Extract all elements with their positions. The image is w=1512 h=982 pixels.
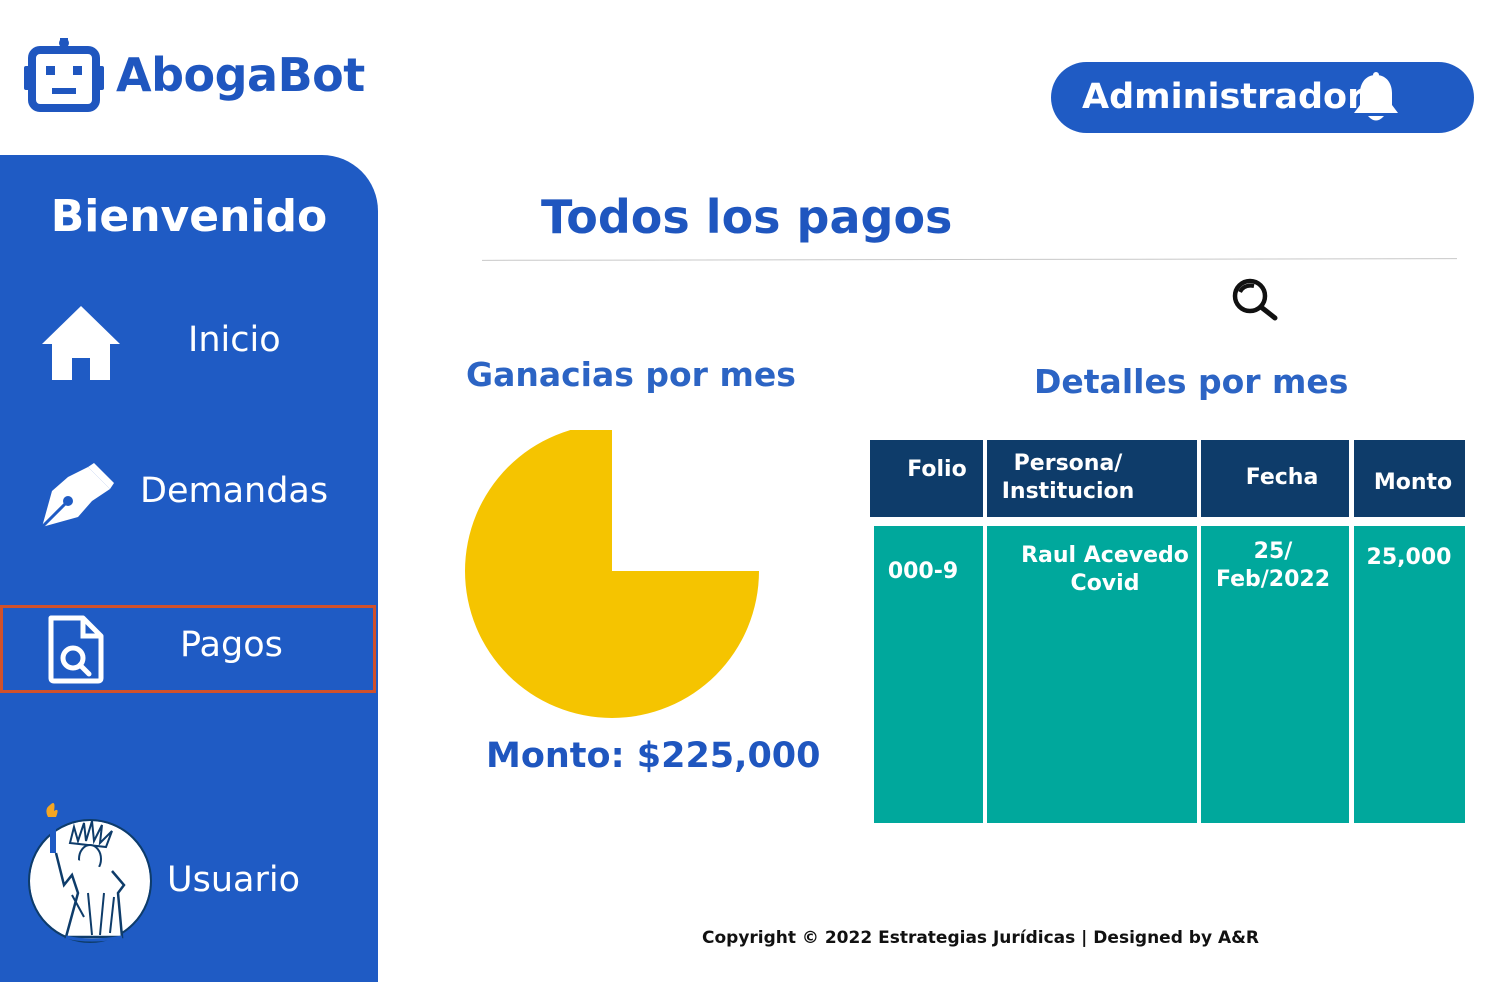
table-cell-fecha: 25/ Feb/2022 bbox=[1201, 526, 1349, 823]
sidebar: Bienvenido Inicio Demandas Pagos Usuario bbox=[0, 155, 378, 982]
sidebar-item-pagos[interactable]: Pagos bbox=[0, 605, 376, 693]
admin-user-button[interactable]: Administrador bbox=[1051, 62, 1474, 133]
cell-value: 000-9 bbox=[887, 559, 959, 584]
app-title: AbogaBot bbox=[116, 48, 365, 102]
header-label-line: Institucion bbox=[1001, 479, 1135, 504]
pen-nib-icon bbox=[40, 463, 114, 529]
cell-value: Raul Acevedo Covid bbox=[987, 542, 1223, 598]
sidebar-item-label: Usuario bbox=[167, 860, 301, 900]
cell-value: 25/ Feb/2022 bbox=[1201, 538, 1345, 594]
search-icon[interactable] bbox=[1228, 278, 1280, 322]
table-cell-persona: Raul Acevedo Covid bbox=[987, 526, 1197, 823]
header-label-line: Persona/ bbox=[1013, 451, 1123, 476]
cell-line: Feb/2022 bbox=[1215, 567, 1331, 592]
robot-logo-icon bbox=[24, 38, 104, 112]
cell-line: Raul Acevedo bbox=[1021, 543, 1189, 568]
table-header-folio: Folio bbox=[870, 440, 983, 517]
table-cell-monto: 25,000 bbox=[1354, 526, 1465, 823]
sidebar-item-label: Pagos bbox=[180, 625, 283, 665]
table-cell-folio: 000-9 bbox=[874, 526, 983, 823]
earnings-pie-chart bbox=[465, 430, 759, 718]
chart-title: Ganacias por mes bbox=[466, 355, 796, 394]
sidebar-item-inicio[interactable]: Inicio bbox=[0, 300, 378, 390]
title-divider bbox=[481, 258, 1458, 261]
bell-icon[interactable] bbox=[1351, 71, 1401, 125]
pie-slice bbox=[465, 430, 759, 718]
sidebar-item-demandas[interactable]: Demandas bbox=[0, 447, 378, 537]
header-label: Persona/ Institucion bbox=[987, 450, 1149, 506]
footer-copyright: Copyright © 2022 Estrategias Jurídicas |… bbox=[702, 928, 1260, 948]
table-header-fecha: Fecha bbox=[1201, 440, 1349, 517]
welcome-heading: Bienvenido bbox=[50, 191, 328, 242]
header-label: Monto bbox=[1373, 470, 1453, 495]
page-title: Todos los pagos bbox=[541, 190, 953, 244]
cell-line: 25/ bbox=[1253, 539, 1293, 564]
table-header-persona: Persona/ Institucion bbox=[987, 440, 1197, 517]
header-label: Folio bbox=[907, 457, 967, 482]
table-header-monto: Monto bbox=[1354, 440, 1465, 517]
header-label: Fecha bbox=[1245, 465, 1319, 490]
home-icon bbox=[42, 306, 120, 380]
document-search-icon bbox=[48, 615, 104, 684]
sidebar-item-label: Inicio bbox=[188, 320, 281, 360]
table-title: Detalles por mes bbox=[1034, 362, 1349, 401]
statue-of-liberty-avatar bbox=[28, 803, 152, 943]
cell-line: Covid bbox=[1070, 571, 1140, 596]
total-amount: Monto: $225,000 bbox=[486, 736, 821, 776]
cell-value: 25,000 bbox=[1366, 545, 1452, 570]
sidebar-item-label: Demandas bbox=[140, 471, 329, 511]
admin-label: Administrador bbox=[1082, 77, 1365, 117]
